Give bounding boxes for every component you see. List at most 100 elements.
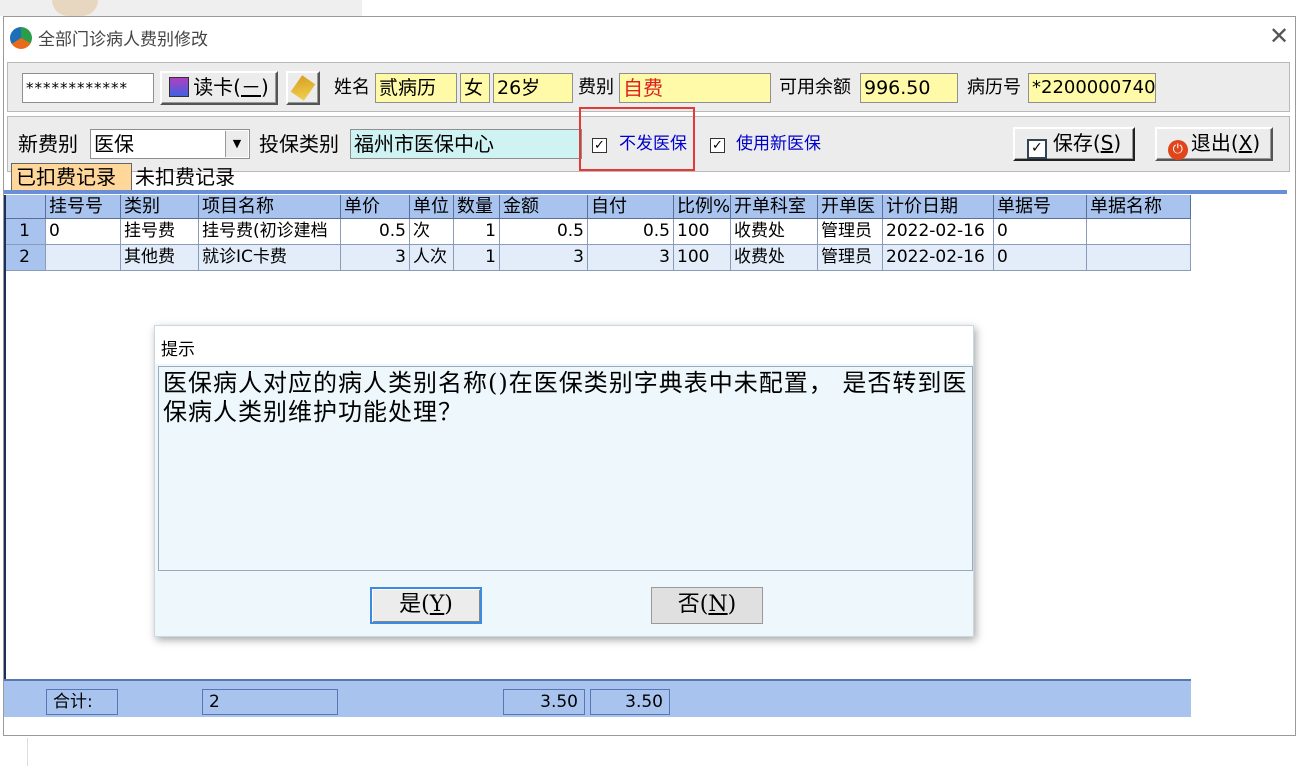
read-card-button[interactable]: 读卡(－) [160, 71, 278, 105]
window-title: 全部门诊病人费别修改 [38, 30, 208, 49]
app-logo-icon [10, 27, 32, 49]
read-card-close-paren: ) [261, 75, 269, 99]
tab-charged-records[interactable]: 已扣费记录 [11, 163, 132, 191]
no-label: 否( [677, 592, 709, 617]
table-cell[interactable]: 0.5 [500, 219, 588, 245]
table-cell[interactable] [1087, 219, 1191, 245]
grid-header[interactable]: 比例% [674, 195, 731, 219]
checkbox-save-icon: ✓ [1026, 139, 1047, 159]
name-field[interactable]: 贰病历 [375, 73, 457, 103]
table-cell[interactable]: 次 [410, 219, 454, 245]
table-cell[interactable]: 0.5 [341, 219, 410, 245]
table-cell[interactable]: 挂号费(初诊建档 [199, 219, 341, 245]
prompt-dialog: 提示 医保病人对应的病人类别名称()在医保类别字典表中未配置， 是否转到医保病人… [154, 325, 974, 637]
grid-header[interactable]: 单据名称 [1087, 195, 1191, 219]
grid-header[interactable]: 自付 [588, 195, 674, 219]
table-cell[interactable]: 3 [341, 245, 410, 271]
clear-button[interactable] [286, 71, 320, 105]
power-icon: ⏻ [1167, 140, 1188, 160]
grid-header[interactable]: 单价 [341, 195, 410, 219]
exit-shortcut: X [1238, 131, 1253, 155]
grid-header[interactable]: 开单科室 [731, 195, 818, 219]
table-cell[interactable]: 0 [994, 245, 1087, 271]
balance-field[interactable]: 996.50 [860, 73, 958, 103]
grid-header[interactable]: 挂号号 [46, 195, 121, 219]
no-button[interactable]: 否(N) [651, 587, 763, 624]
grid-header[interactable]: 类别 [121, 195, 199, 219]
table-cell[interactable]: 2022-02-16 [883, 245, 994, 271]
yes-button[interactable]: 是(Y) [370, 587, 482, 624]
table-cell[interactable]: 其他费 [121, 245, 199, 271]
table-cell[interactable]: 3 [500, 245, 588, 271]
grid-header[interactable]: 项目名称 [199, 195, 341, 219]
table-cell[interactable]: 人次 [410, 245, 454, 271]
table-cell[interactable]: 100 [674, 245, 731, 271]
table-cell[interactable]: 收费处 [731, 245, 818, 271]
desktop-divider [27, 738, 28, 766]
dialog-title-bar: 提示 [155, 326, 973, 364]
chevron-down-icon[interactable]: ▼ [225, 131, 248, 157]
new-insurance-checkbox[interactable]: ✓ [710, 138, 725, 153]
new-fee-type-select[interactable]: 医保 ▼ [90, 129, 250, 159]
insurance-type-field[interactable]: 福州市医保中心 [350, 129, 582, 159]
table-cell[interactable]: 就诊IC卡费 [199, 245, 341, 271]
grid-header[interactable]: 数量 [454, 195, 500, 219]
table-cell[interactable]: 管理员 [818, 219, 883, 245]
table-cell[interactable]: 100 [674, 219, 731, 245]
save-button[interactable]: ✓ 保存(S) [1013, 127, 1135, 161]
table-cell[interactable]: 管理员 [818, 245, 883, 271]
table-cell[interactable]: 2022-02-16 [883, 219, 994, 245]
grid-header[interactable]: 单据号 [994, 195, 1087, 219]
new-insurance-label: 使用新医保 [736, 134, 821, 154]
record-number-field[interactable]: *2200000740 [1028, 73, 1156, 103]
grid-header[interactable]: 计价日期 [883, 195, 994, 219]
table-cell[interactable]: 0 [46, 219, 121, 245]
exit-close-paren: ) [1252, 131, 1261, 155]
grid-header[interactable]: 开单医 [818, 195, 883, 219]
broom-icon [290, 75, 316, 101]
gender-field[interactable]: 女 [460, 73, 490, 103]
totals-footer: 合计: 2 3.50 3.50 [4, 679, 1191, 717]
yes-shortcut: Y [429, 592, 445, 617]
exit-button[interactable]: ⏻ 退出(X) [1155, 127, 1273, 161]
new-fee-type-label: 新费别 [18, 132, 78, 156]
close-icon[interactable]: ✕ [1264, 21, 1294, 51]
table-cell[interactable]: 0.5 [588, 219, 674, 245]
grid-left-border [4, 195, 6, 679]
patient-info-panel: ************ 读卡(－) 姓名 贰病历 女 26岁 费别 自费 可用… [7, 62, 1290, 112]
fee-type-field[interactable]: 自费 [619, 73, 771, 103]
save-close-paren: ) [1113, 131, 1122, 155]
card-number-field[interactable]: ************ [22, 73, 154, 103]
total-count: 2 [202, 689, 338, 715]
highlight-box [579, 107, 695, 171]
records-grid: 挂号号 类别 项目名称 单价 单位 数量 金额 自付 比例% 开单科室 开单医 … [4, 195, 1191, 279]
age-field[interactable]: 26岁 [493, 73, 573, 103]
table-cell[interactable]: 1 [454, 219, 500, 245]
fee-type-label: 费别 [578, 77, 614, 98]
no-close-paren: ) [727, 592, 737, 617]
balance-label: 可用余额 [779, 77, 851, 98]
tab-underline [4, 190, 1287, 194]
yes-label: 是( [399, 592, 430, 617]
grid-header[interactable]: 金额 [500, 195, 588, 219]
dialog-title: 提示 [161, 340, 195, 359]
table-cell[interactable]: 挂号费 [121, 219, 199, 245]
grid-header[interactable]: 单位 [410, 195, 454, 219]
save-label: 保存( [1052, 131, 1101, 155]
row-number[interactable]: 1 [4, 219, 46, 245]
tab-uncharged-records[interactable]: 未扣费记录 [135, 163, 235, 191]
name-label: 姓名 [334, 77, 370, 98]
read-card-label: 读卡( [193, 75, 241, 99]
table-cell[interactable]: 0 [994, 219, 1087, 245]
title-bar: 全部门诊病人费别修改 ✕ [4, 17, 1295, 55]
table-cell[interactable]: 3 [588, 245, 674, 271]
insurance-type-label: 投保类别 [259, 132, 339, 156]
table-cell[interactable] [46, 245, 121, 271]
total-label: 合计: [46, 689, 118, 715]
table-cell[interactable] [1087, 245, 1191, 271]
row-number[interactable]: 2 [4, 245, 46, 271]
yes-close-paren: ) [444, 592, 453, 617]
table-cell[interactable]: 1 [454, 245, 500, 271]
total-amount: 3.50 [503, 689, 585, 715]
table-cell[interactable]: 收费处 [731, 219, 818, 245]
